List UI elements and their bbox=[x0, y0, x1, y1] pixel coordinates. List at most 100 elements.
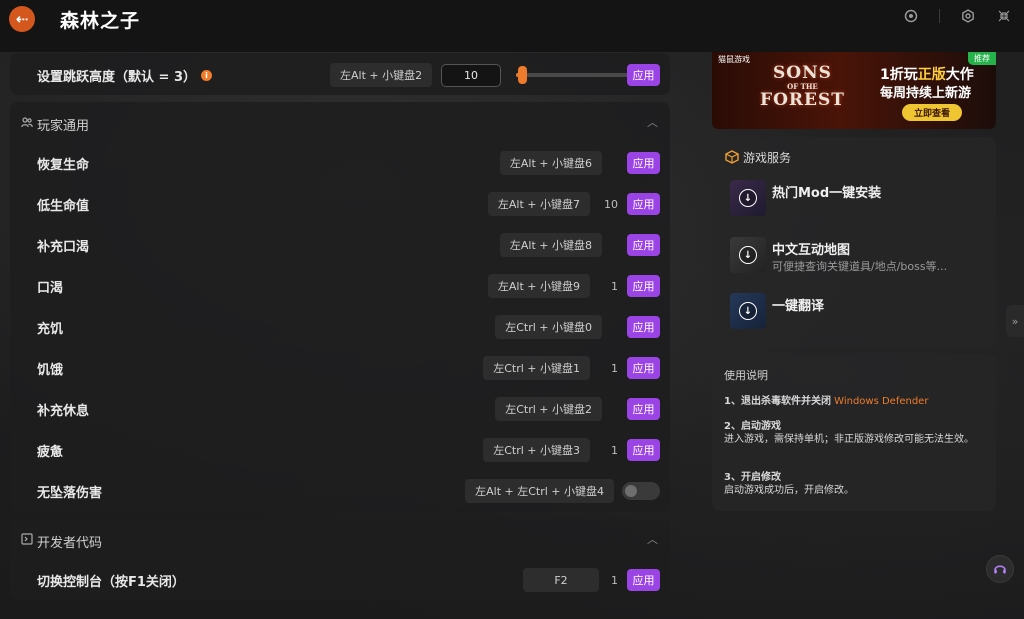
apply-button[interactable]: 应用 bbox=[627, 398, 660, 420]
row-label: 饥饿 bbox=[37, 362, 64, 378]
apply-button[interactable]: 应用 bbox=[627, 234, 660, 256]
window-controls bbox=[903, 8, 1012, 24]
row-label: 切换控制台（按F1关闭） bbox=[37, 574, 185, 590]
hotkey-chip[interactable]: 左Alt + 小键盘2 bbox=[330, 63, 433, 87]
apply-button[interactable]: 应用 bbox=[627, 193, 660, 215]
service-mod-install[interactable]: ↓ 热门Mod一键安装 bbox=[730, 180, 990, 220]
download-icon: ↓ bbox=[739, 246, 757, 264]
apply-button[interactable]: 应用 bbox=[627, 275, 660, 297]
usage-step-3-title: 3、开启修改 bbox=[724, 472, 781, 483]
banner-subline: 每周持续上新游 bbox=[880, 86, 972, 101]
box-icon bbox=[725, 150, 739, 164]
service-thumbnail: ↓ bbox=[730, 293, 766, 329]
service-thumbnail: ↓ bbox=[730, 180, 766, 216]
row-label: 无坠落伤害 bbox=[37, 485, 103, 501]
settings-gear-icon[interactable] bbox=[960, 8, 976, 24]
row-label: 口渴 bbox=[37, 280, 64, 296]
player-section-title: 玩家通用 bbox=[37, 119, 90, 134]
list-item: 补充口渴 左Alt + 小键盘8 应用 bbox=[10, 230, 670, 260]
collapse-icon[interactable] bbox=[996, 8, 1012, 24]
row-label: 充饥 bbox=[37, 321, 64, 337]
dev-section-title: 开发者代码 bbox=[37, 536, 103, 551]
apply-button[interactable]: 应用 bbox=[627, 152, 660, 174]
service-map[interactable]: ↓ 中文互动地图 可便捷查询关键道具/地点/boss等... bbox=[730, 237, 990, 277]
hotkey-chip[interactable]: 左Ctrl + 小键盘0 bbox=[495, 315, 602, 339]
row-value: 10 bbox=[604, 197, 618, 211]
info-icon[interactable]: i bbox=[201, 70, 212, 81]
apply-button[interactable]: 应用 bbox=[627, 64, 660, 86]
usage-step-2-text: 进入游戏，需保持单机；非正版游戏修改可能无法生效。 bbox=[724, 434, 974, 445]
jump-slider[interactable] bbox=[516, 66, 628, 84]
service-name: 一键翻译 bbox=[772, 299, 825, 314]
chevron-right-icon: » bbox=[1011, 314, 1019, 328]
title-bar: ⇠ 森林之子 bbox=[0, 0, 1024, 52]
hotkey-chip[interactable]: 左Ctrl + 小键盘2 bbox=[495, 397, 602, 421]
service-translate[interactable]: ↓ 一键翻译 bbox=[730, 293, 990, 333]
list-item: 切换控制台（按F1关闭） F2 1 应用 bbox=[10, 565, 670, 595]
apply-button[interactable]: 应用 bbox=[627, 569, 660, 591]
jump-panel: 设置跳跃高度（默认 = 3） i 左Alt + 小键盘2 10 应用 bbox=[10, 53, 670, 95]
hotkey-chip[interactable]: 左Alt + 小键盘9 bbox=[487, 274, 590, 298]
hotkey-chip[interactable]: 左Ctrl + 小键盘1 bbox=[483, 356, 590, 380]
chevron-up-icon[interactable]: ︿ bbox=[647, 114, 658, 130]
banner-brand: 猫鼠游戏 bbox=[718, 55, 750, 64]
list-item: 口渴 左Alt + 小键盘9 1 应用 bbox=[10, 271, 670, 301]
hotkey-chip[interactable]: 左Alt + 小键盘7 bbox=[487, 192, 590, 216]
people-icon bbox=[21, 116, 33, 128]
service-desc: 可便捷查询关键道具/地点/boss等... bbox=[772, 260, 948, 273]
row-label: 补充休息 bbox=[37, 403, 90, 419]
services-title: 游戏服务 bbox=[743, 151, 792, 165]
list-item: 低生命值 左Alt + 小键盘7 10 应用 bbox=[10, 189, 670, 219]
apply-button[interactable]: 应用 bbox=[627, 316, 660, 338]
dev-section-header[interactable]: 开发者代码 ︿ bbox=[10, 519, 670, 559]
player-section-header[interactable]: 玩家通用 ︿ bbox=[10, 102, 670, 142]
promo-banner[interactable]: 猫鼠游戏 推荐 SONS OF THE FOREST 1折玩正版大作 每周持续上… bbox=[712, 52, 996, 129]
hotkey-chip[interactable]: 左Alt + 左Ctrl + 小键盘4 bbox=[465, 479, 614, 503]
hotkey-chip[interactable]: F2 bbox=[523, 568, 599, 592]
headset-icon bbox=[994, 565, 1006, 574]
list-item: 疲惫 左Ctrl + 小键盘3 1 应用 bbox=[10, 435, 670, 465]
back-button[interactable]: ⇠ bbox=[9, 6, 35, 32]
usage-step-3-text: 启动游戏成功后，开启修改。 bbox=[724, 485, 854, 496]
slider-handle[interactable] bbox=[518, 66, 527, 84]
list-item: 恢复生命 左Alt + 小键盘6 应用 bbox=[10, 148, 670, 178]
banner-headline: 1折玩正版大作 bbox=[880, 67, 974, 83]
support-headset-button[interactable] bbox=[986, 555, 1014, 583]
row-value: 1 bbox=[611, 361, 618, 375]
usage-step-1: 1、退出杀毒软件并关闭 Windows Defender bbox=[724, 396, 929, 407]
list-item: 充饥 左Ctrl + 小键盘0 应用 bbox=[10, 312, 670, 342]
list-item: 补充休息 左Ctrl + 小键盘2 应用 bbox=[10, 394, 670, 424]
chevron-up-icon[interactable]: ︿ bbox=[647, 531, 658, 547]
row-label: 恢复生命 bbox=[37, 157, 90, 173]
service-thumbnail: ↓ bbox=[730, 237, 766, 273]
row-value: 1 bbox=[611, 443, 618, 457]
player-panel: 玩家通用 ︿ 恢复生命 左Alt + 小键盘6 应用 低生命值 左Alt + 小键盘7 1… bbox=[10, 102, 670, 512]
jump-label: 设置跳跃高度（默认 = 3） bbox=[37, 70, 196, 85]
service-name: 中文互动地图 bbox=[772, 243, 851, 258]
hotkey-chip[interactable]: 左Alt + 小键盘6 bbox=[499, 151, 602, 175]
hotkey-chip[interactable]: 左Ctrl + 小键盘3 bbox=[483, 438, 590, 462]
row-label: 低生命值 bbox=[37, 198, 90, 214]
list-item: 无坠落伤害 左Alt + 左Ctrl + 小键盘4 bbox=[10, 476, 670, 506]
service-name: 热门Mod一键安装 bbox=[772, 186, 882, 201]
app-title: 森林之子 bbox=[60, 10, 141, 32]
hotkey-chip[interactable]: 左Alt + 小键盘8 bbox=[499, 233, 602, 257]
row-label: 疲惫 bbox=[37, 444, 64, 460]
hexagon-icon[interactable] bbox=[903, 8, 919, 24]
row-value: 1 bbox=[611, 279, 618, 293]
game-logo: SONS OF THE FOREST bbox=[760, 63, 845, 110]
usage-step-2-title: 2、启动游戏 bbox=[724, 421, 781, 432]
row-label: 补充口渴 bbox=[37, 239, 90, 255]
view-now-button[interactable]: 立即查看 bbox=[902, 104, 963, 121]
download-icon: ↓ bbox=[739, 302, 757, 320]
expand-sidebar-button[interactable]: » bbox=[1006, 305, 1024, 337]
list-item: 饥饿 左Ctrl + 小键盘1 1 应用 bbox=[10, 353, 670, 383]
code-box-icon bbox=[21, 533, 33, 545]
apply-button[interactable]: 应用 bbox=[627, 357, 660, 379]
nofall-toggle[interactable] bbox=[622, 482, 660, 500]
game-services-panel: 游戏服务 ↓ 热门Mod一键安装 ↓ 中文互动地图 可便捷查询关键道具/地点/b… bbox=[712, 137, 996, 347]
divider bbox=[939, 9, 940, 23]
row-value: 1 bbox=[611, 573, 618, 587]
jump-value-input[interactable]: 10 bbox=[441, 64, 501, 87]
apply-button[interactable]: 应用 bbox=[627, 439, 660, 461]
